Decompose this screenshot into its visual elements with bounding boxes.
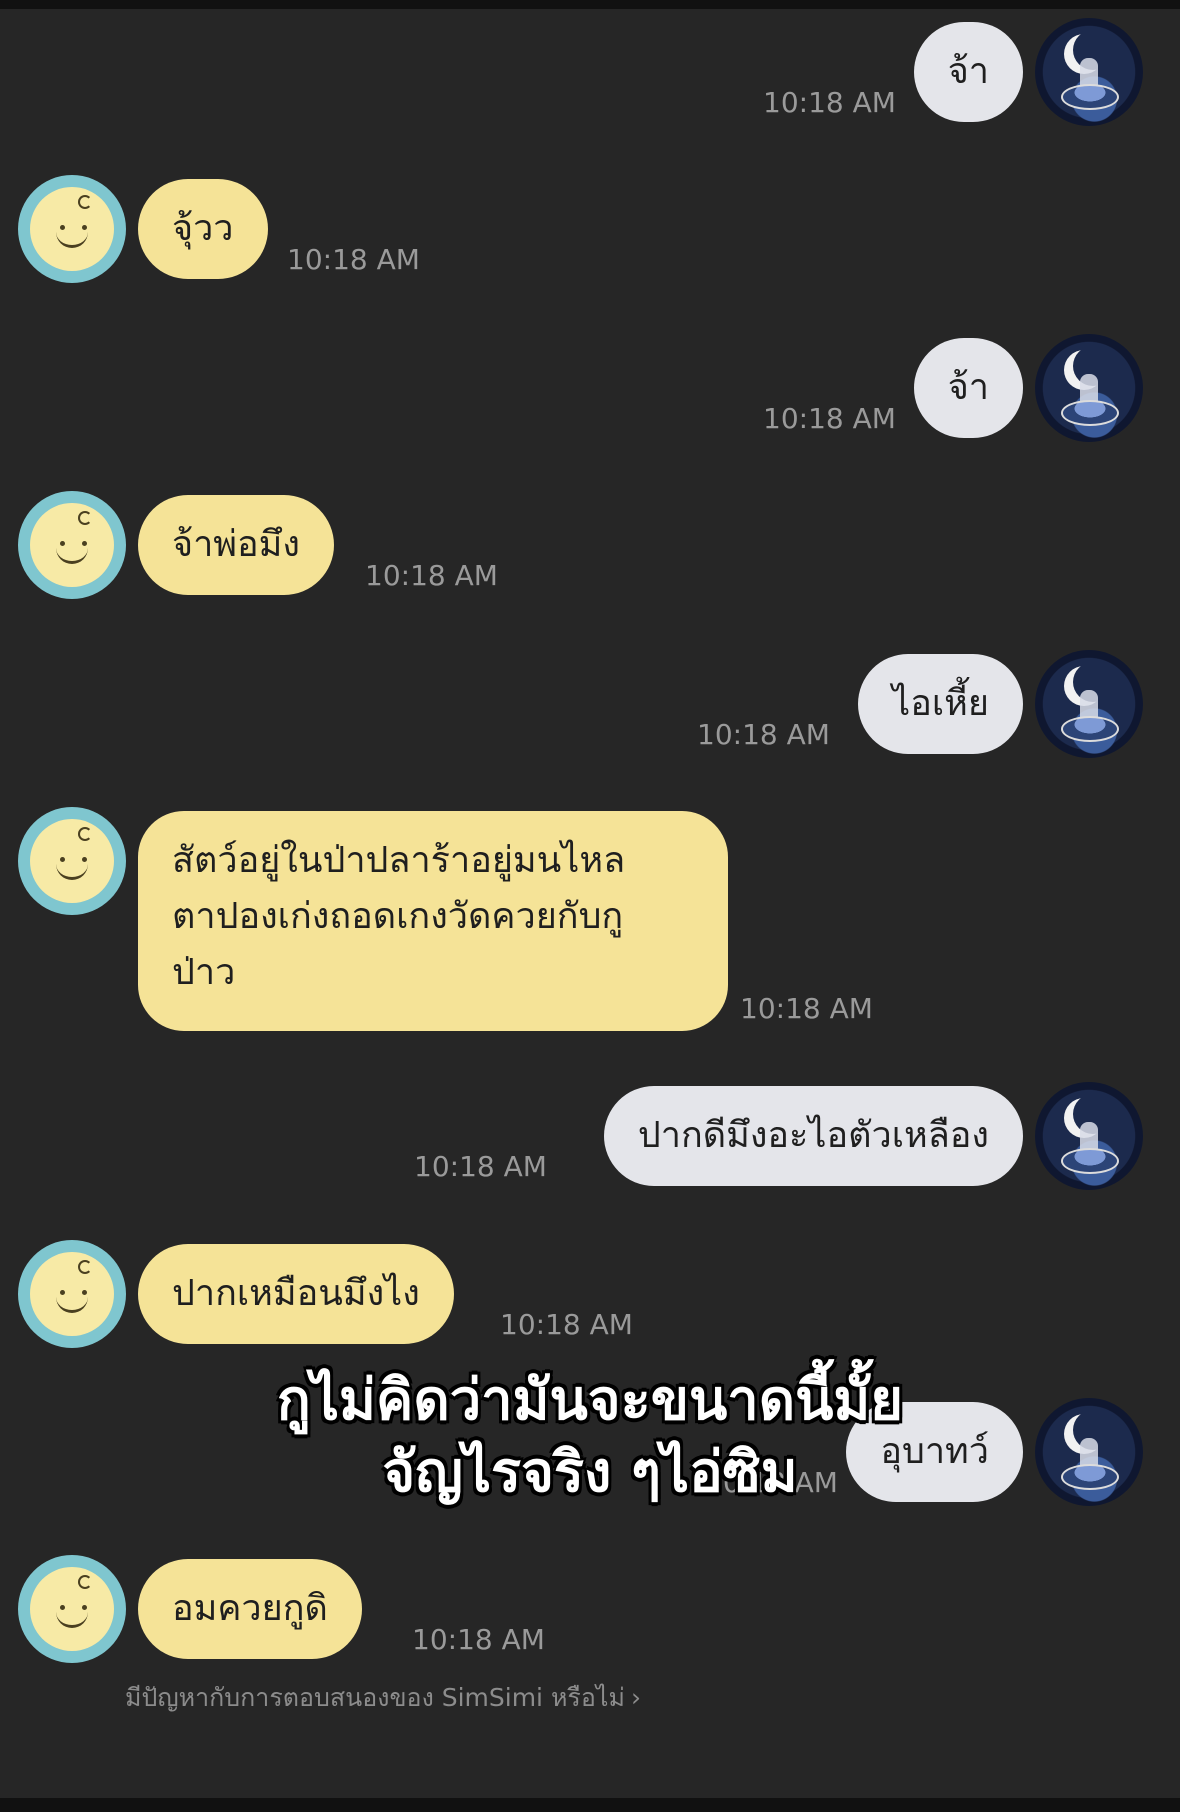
bot-message-bubble[interactable]: ปากเหมือนมึงไง — [138, 1244, 454, 1344]
moon-figure-avatar-icon[interactable] — [1035, 1082, 1143, 1190]
message-timestamp: 10:18 AM — [740, 992, 873, 1025]
message-timestamp: 10:18 AM — [365, 559, 498, 592]
user-message-bubble[interactable]: จ้า — [913, 22, 1023, 122]
overlay-caption-line: กูไม่คิดว่ามันจะขนาดนี้มั้ย — [276, 1368, 904, 1433]
user-message-bubble[interactable]: จ้า — [913, 338, 1023, 438]
message-timestamp: 10:18 AM — [697, 718, 830, 751]
message-timestamp: 10:18 AM — [412, 1623, 545, 1656]
bot-message-bubble[interactable]: จ้าพ่อมึง — [138, 495, 334, 595]
user-message-bubble[interactable]: ปากดีมึงอะไอตัวเหลือง — [603, 1086, 1023, 1186]
message-timestamp: 10:18 AM — [763, 402, 896, 435]
moon-figure-avatar-icon[interactable] — [1035, 650, 1143, 758]
feedback-text: มีปัญหากับการตอบสนองของ SimSimi หรือไม่ — [125, 1683, 625, 1712]
simsimi-face-avatar-icon[interactable] — [18, 807, 126, 915]
bot-message-line: ตาปองเก่งถอดเกงวัดควยกับกู — [172, 896, 624, 937]
simsimi-face-avatar-icon[interactable] — [18, 175, 126, 283]
bottom-bar — [0, 1798, 1180, 1812]
chat-thread[interactable]: จ้า 10:18 AM จุ้วว 10:18 AM จ้า 10:18 AM… — [0, 0, 1180, 1812]
bot-message-line: ป่าว — [172, 952, 236, 993]
chevron-right-icon: › — [630, 1683, 641, 1712]
bot-message-bubble[interactable]: จุ้วว — [138, 179, 268, 279]
message-timestamp: 10:18 AM — [287, 243, 420, 276]
bot-message-bubble[interactable]: สัตว์อยู่ในป่าปลาร้าอยู่มนไหล ตาปองเก่งถ… — [138, 811, 728, 1031]
moon-figure-avatar-icon[interactable] — [1035, 18, 1143, 126]
feedback-link[interactable]: มีปัญหากับการตอบสนองของ SimSimi หรือไม่ › — [125, 1678, 641, 1718]
simsimi-face-avatar-icon[interactable] — [18, 1240, 126, 1348]
bot-message-bubble[interactable]: อมควยกูดิ — [138, 1559, 362, 1659]
bot-message-line: สัตว์อยู่ในป่าปลาร้าอยู่มนไหล — [172, 840, 626, 881]
moon-figure-avatar-icon[interactable] — [1035, 334, 1143, 442]
simsimi-face-avatar-icon[interactable] — [18, 1555, 126, 1663]
message-timestamp: 10:18 AM — [763, 86, 896, 119]
overlay-caption-line: จัญไรจริง ๆไอ่ซิม — [382, 1440, 798, 1505]
user-message-bubble[interactable]: ไอเหี้ย — [858, 654, 1023, 754]
simsimi-face-avatar-icon[interactable] — [18, 491, 126, 599]
message-timestamp: 10:18 AM — [414, 1150, 547, 1183]
overlay-caption: กูไม่คิดว่ามันจะขนาดนี้มั้ย จัญไรจริง ๆไ… — [0, 1365, 1180, 1509]
message-timestamp: 10:18 AM — [500, 1308, 633, 1341]
